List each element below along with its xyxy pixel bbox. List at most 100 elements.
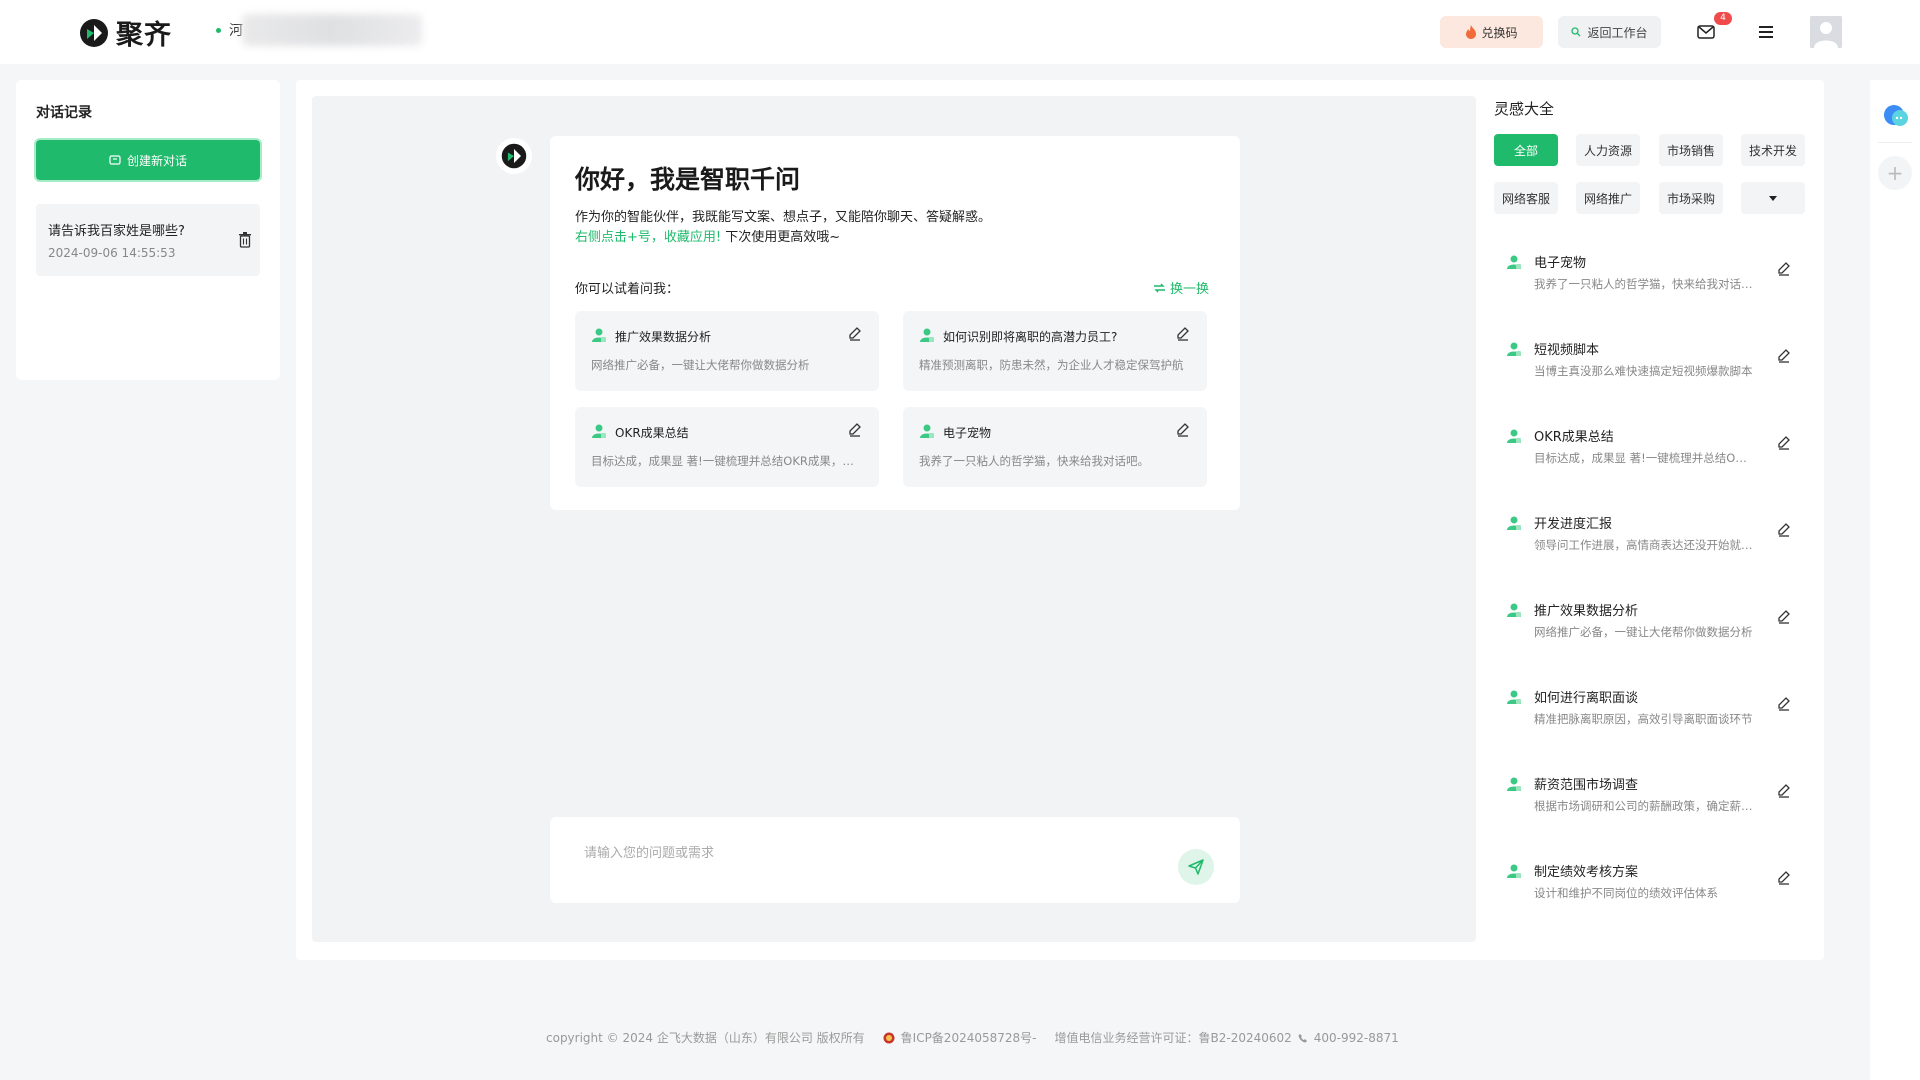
app-desc: 根据市场调研和公司的薪酬政策，确定薪资范围 [1534, 799, 1754, 813]
add-app-button[interactable]: + [1878, 156, 1912, 190]
caret-down-icon [1769, 195, 1777, 201]
inspiration-app-item[interactable]: OKR成果总结 目标达成，成果显 著!一键梳理并总结OKR成果 [1494, 424, 1806, 480]
user-app-icon [1507, 690, 1521, 704]
welcome-hint-highlight: 右侧点击+号，收藏应用! [575, 230, 722, 245]
bot-avatar [496, 138, 532, 174]
app-desc: 当博主真没那么难快速搞定短视频爆款脚本 [1534, 364, 1753, 378]
footer-icp-link[interactable]: 鲁ICP备2024058728号- [901, 1029, 1037, 1046]
edit-icon[interactable] [1776, 608, 1792, 624]
category-chip-marketing-sales[interactable]: 市场销售 [1659, 134, 1723, 166]
inspiration-app-item[interactable]: 制定绩效考核方案 设计和维护不同岗位的绩效评估体系 [1494, 859, 1806, 915]
location-selector[interactable]: 河 [216, 14, 422, 46]
chat-bubble-icon[interactable] [1882, 102, 1910, 130]
send-icon [1188, 859, 1204, 875]
edit-icon[interactable] [1175, 325, 1191, 341]
edit-icon[interactable] [1776, 347, 1792, 363]
footer: copyright © 2024 企飞大数据（山东）有限公司 版权所有 鲁ICP… [546, 1029, 1399, 1046]
category-chip-procurement[interactable]: 市场采购 [1659, 182, 1723, 214]
rail-divider [1878, 142, 1912, 143]
edit-icon[interactable] [1776, 260, 1792, 276]
chat-history-item-title: 请告诉我百家姓是哪些? [48, 224, 185, 239]
menu-button[interactable] [1752, 18, 1780, 46]
top-bar: 聚齐 河 兑换码 返回工作台 4 [0, 0, 1920, 64]
inspiration-app-item[interactable]: 开发进度汇报 领导问工作进展，高情商表达还没开始就被夸 [1494, 511, 1806, 567]
edit-icon[interactable] [847, 421, 863, 437]
edit-icon[interactable] [1776, 869, 1792, 885]
edit-icon[interactable] [1776, 782, 1792, 798]
user-app-icon [592, 328, 606, 342]
chat-history-item[interactable]: 请告诉我百家姓是哪些? 2024-09-06 14:55:53 [36, 204, 260, 276]
brand-name: 聚齐 [116, 20, 172, 51]
mail-badge: 4 [1714, 12, 1732, 25]
footer-license: 增值电信业务经营许可证：鲁B2-20240602 [1054, 1031, 1292, 1045]
edit-icon[interactable] [1175, 421, 1191, 437]
trash-icon[interactable] [238, 232, 252, 248]
inspiration-app-item[interactable]: 薪资范围市场调查 根据市场调研和公司的薪酬政策，确定薪资范围 [1494, 772, 1806, 828]
app-title: 短视频脚本 [1534, 343, 1600, 358]
suggestion-card[interactable]: 推广效果数据分析 网络推广必备，一键让大佬帮你做数据分析 [575, 311, 879, 391]
app-title: 推广效果数据分析 [1534, 604, 1639, 619]
suggestion-desc: 我养了一只粘人的哲学猫，快来给我对话吧。 [919, 454, 1149, 468]
police-badge-icon [883, 1032, 895, 1043]
user-app-icon [1507, 429, 1521, 443]
edit-icon[interactable] [1776, 434, 1792, 450]
suggestion-card[interactable]: 电子宠物 我养了一只粘人的哲学猫，快来给我对话吧。 [903, 407, 1207, 487]
suggestion-title: 如何识别即将离职的高潜力员工? [943, 330, 1118, 344]
category-chip-tech[interactable]: 技术开发 [1741, 134, 1805, 166]
app-desc: 设计和维护不同岗位的绩效评估体系 [1534, 886, 1718, 900]
redeem-code-label: 兑换码 [1481, 25, 1518, 40]
swap-suggestions-button[interactable]: 换一换 [1153, 278, 1209, 297]
chat-history-title: 对话记录 [36, 105, 92, 121]
user-app-icon [1507, 603, 1521, 617]
category-chip-hr[interactable]: 人力资源 [1576, 134, 1640, 166]
suggestion-desc: 目标达成，成果显 著!一键梳理并总结OKR成果，助力团队成长 [591, 454, 863, 468]
swap-suggestions-label: 换一换 [1170, 282, 1210, 297]
app-desc: 精准把脉离职原因，高效引导离职面谈环节 [1534, 712, 1753, 726]
inspiration-app-item[interactable]: 如何进行离职面谈 精准把脉离职原因，高效引导离职面谈环节 [1494, 685, 1806, 741]
chat-history-item-time: 2024-09-06 14:55:53 [48, 246, 176, 260]
suggestion-desc: 精准预测离职，防患未然，为企业人才稳定保驾护航 [919, 358, 1184, 372]
send-button[interactable] [1178, 849, 1214, 885]
inspiration-app-item[interactable]: 电子宠物 我养了一只粘人的哲学猫，快来给我对话吧。 [1494, 250, 1806, 306]
mail-icon [1697, 25, 1715, 39]
suggestions-label: 你可以试着问我： [575, 282, 680, 297]
redeem-code-button[interactable]: 兑换码 [1440, 16, 1543, 48]
app-title: OKR成果总结 [1534, 430, 1614, 445]
footer-copyright: copyright © 2024 企飞大数据（山东）有限公司 版权所有 [546, 1031, 865, 1045]
suggestion-card[interactable]: OKR成果总结 目标达成，成果显 著!一键梳理并总结OKR成果，助力团队成长 [575, 407, 879, 487]
suggestion-card[interactable]: 如何识别即将离职的高潜力员工? 精准预测离职，防患未然，为企业人才稳定保驾护航 [903, 311, 1207, 391]
chat-history-panel: 对话记录 创建新对话 请告诉我百家姓是哪些? 2024-09-06 14:55:… [16, 80, 280, 380]
menu-icon [1759, 26, 1773, 38]
user-app-icon [1507, 516, 1521, 530]
category-more-button[interactable] [1741, 182, 1805, 214]
inspiration-app-item[interactable]: 短视频脚本 当博主真没那么难快速搞定短视频爆款脚本 [1494, 337, 1806, 393]
inspiration-library-title: 灵感大全 [1494, 100, 1555, 118]
user-app-icon [920, 424, 934, 438]
welcome-hint-rest: 下次使用更高效哦~ [721, 230, 841, 245]
edit-icon[interactable] [1776, 521, 1792, 537]
inspiration-app-item[interactable]: 推广效果数据分析 网络推广必备，一键让大佬帮你做数据分析 [1494, 598, 1806, 654]
edit-icon[interactable] [847, 325, 863, 341]
right-rail: + [1870, 80, 1920, 1080]
category-chip-customer-service[interactable]: 网络客服 [1494, 182, 1558, 214]
logo[interactable]: 聚齐 [78, 13, 172, 52]
back-to-workbench-button[interactable]: 返回工作台 [1558, 16, 1661, 48]
new-chat-button[interactable]: 创建新对话 [34, 138, 262, 182]
mail-button[interactable]: 4 [1692, 12, 1732, 46]
app-title: 开发进度汇报 [1534, 517, 1613, 532]
user-app-icon [1507, 777, 1521, 791]
app-desc: 领导问工作进展，高情商表达还没开始就被夸 [1534, 538, 1754, 552]
user-avatar[interactable] [1810, 16, 1842, 48]
message-input-box [550, 817, 1240, 903]
suggestion-title: 推广效果数据分析 [615, 330, 712, 344]
bot-logo-icon [501, 143, 527, 169]
edit-icon[interactable] [1776, 695, 1792, 711]
fire-icon [1466, 25, 1477, 39]
welcome-card: 你好，我是智职千问 作为你的智能伙伴，我既能写文案、想点子，又能陪你聊天、答疑解… [550, 136, 1240, 510]
user-app-icon [592, 424, 606, 438]
message-input[interactable] [584, 841, 1144, 865]
user-app-icon [920, 328, 934, 342]
category-chip-all[interactable]: 全部 [1494, 134, 1558, 166]
location-prefix: 河 [229, 23, 243, 39]
category-chip-online-promotion[interactable]: 网络推广 [1576, 182, 1640, 214]
